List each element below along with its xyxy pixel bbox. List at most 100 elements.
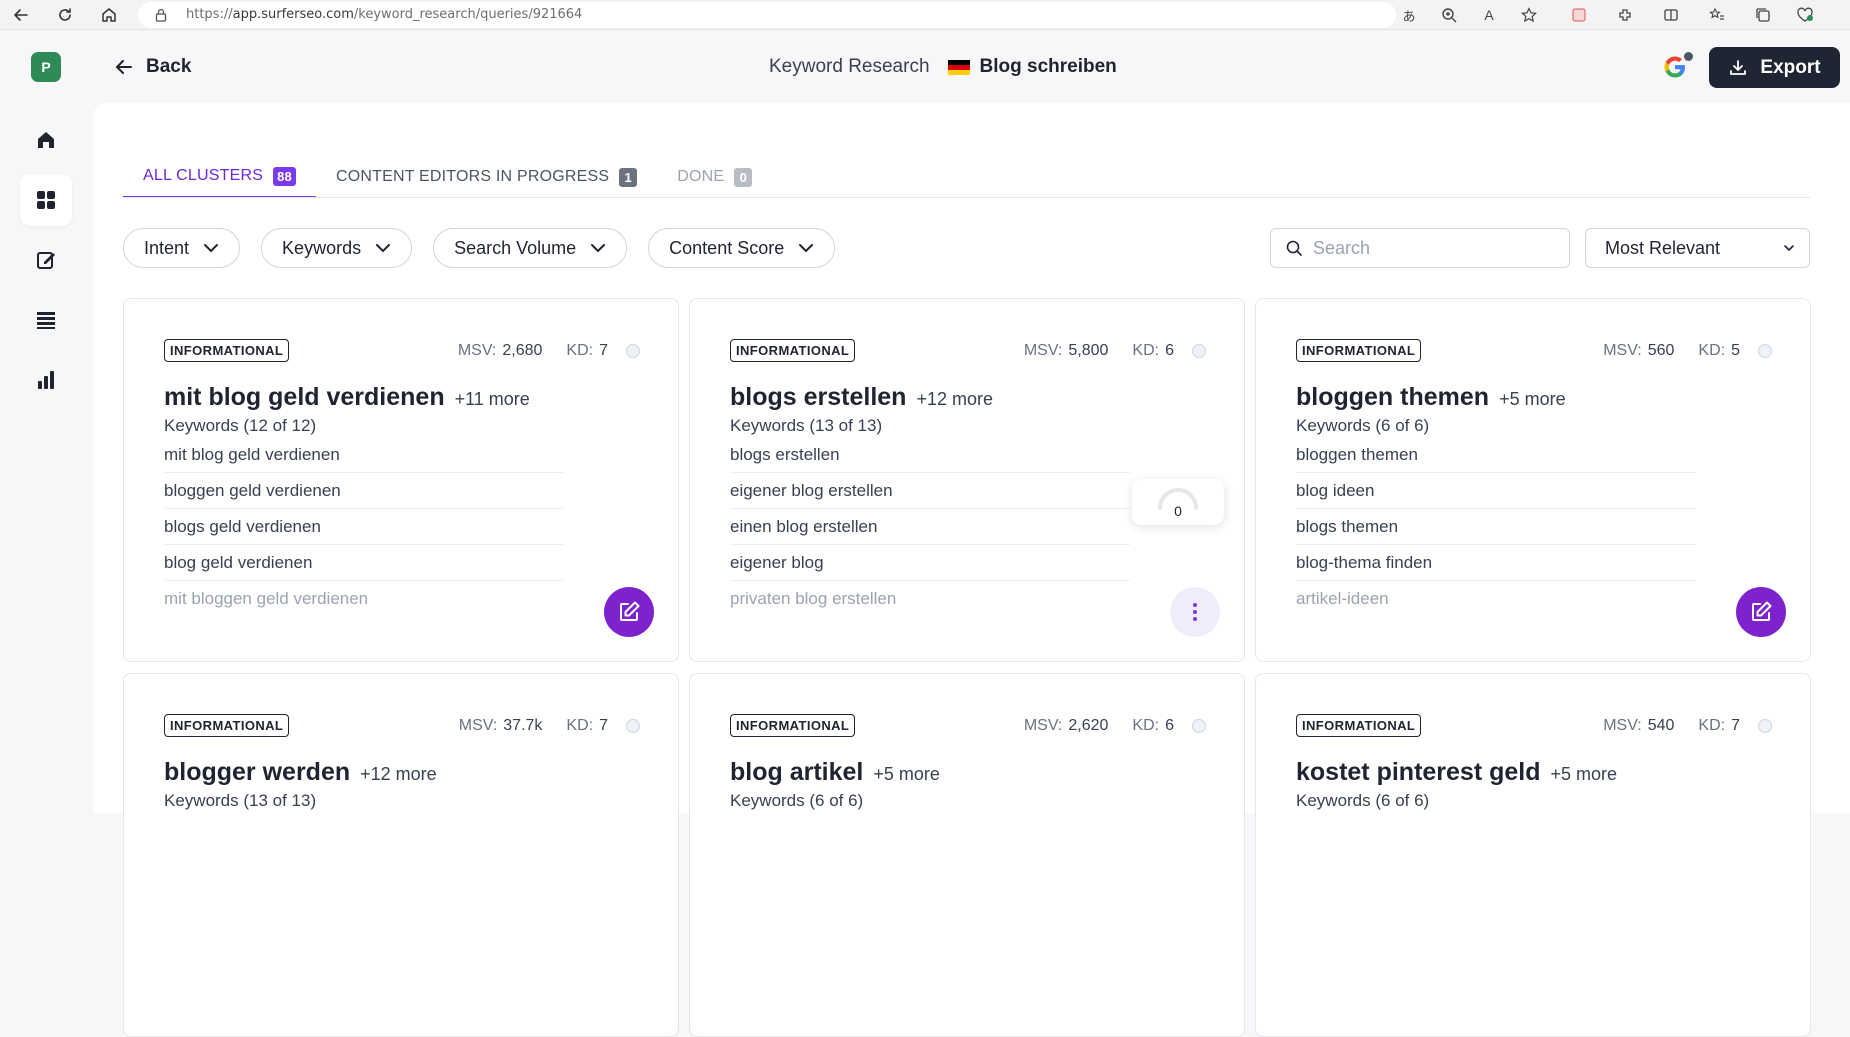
sidebar-item-analytics[interactable] xyxy=(20,354,72,406)
count-badge: 1 xyxy=(619,167,638,187)
zoom-icon[interactable] xyxy=(1438,4,1460,26)
split-screen-icon[interactable] xyxy=(1660,4,1682,26)
tab-all-clusters[interactable]: ALL CLUSTERS 88 xyxy=(123,156,316,198)
keyword-item: mit bloggen geld verdienen xyxy=(164,589,369,608)
cluster-card[interactable]: INFORMATIONAL MSV: 2,620 KD: 6 blog arti… xyxy=(689,673,1245,1037)
lock-icon[interactable] xyxy=(155,8,167,27)
keyword-item: eigener blog xyxy=(730,545,1130,581)
search-box[interactable] xyxy=(1270,228,1570,268)
translate-icon[interactable]: あ xyxy=(1398,4,1420,26)
keywords-count: Keywords (6 of 6) xyxy=(1296,416,1430,435)
kd-indicator xyxy=(1192,718,1206,733)
keywords-filter[interactable]: Keywords xyxy=(261,228,413,268)
download-icon xyxy=(1730,59,1747,75)
intent-tag: INFORMATIONAL xyxy=(164,339,290,362)
kebab-menu-icon xyxy=(1193,603,1197,621)
sort-select[interactable]: Most Relevant xyxy=(1585,228,1810,268)
msv-label: MSV: xyxy=(1023,716,1063,734)
tab-done[interactable]: DONE 0 xyxy=(657,156,772,198)
tab-content-editors-in-progress[interactable]: CONTENT EDITORS IN PROGRESS 1 xyxy=(316,156,657,198)
favorites-icon[interactable] xyxy=(1706,4,1728,26)
msv-value: 540 xyxy=(1647,716,1675,734)
filter-label: Search Volume xyxy=(454,237,577,258)
content-score-gauge[interactable]: 0 xyxy=(1132,479,1224,525)
card-metrics: MSV: 2,620 KD: 6 xyxy=(1024,714,1206,737)
keywords-count: Keywords (12 of 12) xyxy=(164,416,317,435)
keyword-item: artikel-ideen xyxy=(1296,589,1389,608)
intent-tag: INFORMATIONAL xyxy=(1296,339,1422,362)
msv-value: 2,620 xyxy=(1068,716,1109,734)
sidebar-item-content-editor[interactable] xyxy=(20,234,72,286)
browser-health-icon[interactable] xyxy=(1794,4,1816,26)
home-icon[interactable] xyxy=(96,3,122,27)
keyword-item: privaten blog erstellen xyxy=(730,589,897,608)
card-metrics: MSV: 5,800 KD: 6 xyxy=(1024,339,1206,362)
kd-label: KD: xyxy=(566,341,594,359)
sidebar-item-dashboard[interactable] xyxy=(20,174,72,226)
extensions-icon[interactable] xyxy=(1614,4,1636,26)
workspace-avatar[interactable]: P xyxy=(31,52,61,82)
keyword-item: blogs geld verdienen xyxy=(164,509,564,545)
msv-value: 2,680 xyxy=(502,341,543,359)
collections-icon[interactable] xyxy=(1752,4,1774,26)
msv-label: MSV: xyxy=(458,716,498,734)
bar-chart-icon xyxy=(38,371,54,389)
search-volume-filter[interactable]: Search Volume xyxy=(433,228,628,268)
kd-value: 7 xyxy=(599,341,608,359)
sidebar-item-home[interactable] xyxy=(20,114,72,166)
export-button[interactable]: Export xyxy=(1709,47,1840,88)
kd-label: KD: xyxy=(1132,716,1160,734)
more-count: +5 more xyxy=(1550,764,1618,784)
filter-label: Content Score xyxy=(669,237,785,258)
keyword-item: blogs themen xyxy=(1296,509,1696,545)
pdf-extension-icon[interactable] xyxy=(1568,4,1590,26)
intent-filter[interactable]: Intent xyxy=(123,228,241,268)
msv-value: 560 xyxy=(1647,341,1675,359)
section-title: Keyword Research xyxy=(769,56,930,77)
read-aloud-icon[interactable]: A xyxy=(1478,4,1500,26)
kd-label: KD: xyxy=(1698,716,1726,734)
keywords-count: Keywords (6 of 6) xyxy=(1296,791,1430,810)
sidebar-item-list[interactable] xyxy=(20,294,72,346)
content-score-filter[interactable]: Content Score xyxy=(648,228,836,268)
search-input[interactable] xyxy=(1313,237,1553,259)
arrow-left-icon xyxy=(116,60,132,74)
back-label: Back xyxy=(146,56,192,77)
refresh-icon[interactable] xyxy=(52,3,78,27)
msv-label: MSV: xyxy=(1603,716,1642,734)
address-bar[interactable]: https://app.surferseo.com/keyword_resear… xyxy=(138,2,1396,28)
kd-value: 5 xyxy=(1731,341,1740,359)
msv-value: 37.7k xyxy=(503,716,543,734)
more-count: +5 more xyxy=(873,764,940,784)
keywords-count: Keywords (6 of 6) xyxy=(730,791,864,810)
chevron-down-icon xyxy=(1784,245,1794,252)
export-label: Export xyxy=(1760,56,1821,78)
more-options-button[interactable] xyxy=(1170,587,1220,637)
cluster-name: blog artikel xyxy=(730,758,864,786)
create-content-editor-button[interactable] xyxy=(604,587,654,637)
more-count: +12 more xyxy=(360,764,437,784)
create-content-editor-button[interactable] xyxy=(1736,587,1786,637)
msv-label: MSV: xyxy=(457,341,497,359)
cluster-card[interactable]: INFORMATIONAL MSV: 560 KD: 5 bloggen the… xyxy=(1255,298,1811,662)
chevron-down-icon xyxy=(799,244,814,253)
back-button[interactable]: Back xyxy=(114,56,191,78)
cluster-title: kostet pinterest geld +5 more xyxy=(1296,758,1617,787)
back-arrow-icon[interactable] xyxy=(8,3,34,27)
cluster-card[interactable]: INFORMATIONAL MSV: 37.7k KD: 7 blogger w… xyxy=(123,673,679,1037)
sort-selected-value: Most Relevant xyxy=(1605,237,1721,258)
browser-toolbar: https://app.surferseo.com/keyword_resear… xyxy=(0,0,1850,30)
filter-label: Keywords xyxy=(282,237,362,258)
kd-indicator xyxy=(626,343,640,358)
card-metrics: MSV: 37.7k KD: 7 xyxy=(459,714,640,737)
cluster-card[interactable]: INFORMATIONAL MSV: 5,800 KD: 6 blogs ers… xyxy=(689,298,1245,662)
favorite-star-icon[interactable] xyxy=(1518,4,1540,26)
cluster-card[interactable]: INFORMATIONAL MSV: 540 KD: 7 kostet pint… xyxy=(1255,673,1811,1037)
keywords-count: Keywords (13 of 13) xyxy=(730,416,883,435)
germany-flag-icon xyxy=(947,59,970,75)
card-metrics: MSV: 560 KD: 5 xyxy=(1603,339,1772,362)
keywords-count: Keywords (13 of 13) xyxy=(164,791,317,810)
msv-value: 5,800 xyxy=(1068,341,1109,359)
chevron-down-icon xyxy=(376,244,391,253)
cluster-card[interactable]: INFORMATIONAL MSV: 2,680 KD: 7 mit blog … xyxy=(123,298,679,662)
